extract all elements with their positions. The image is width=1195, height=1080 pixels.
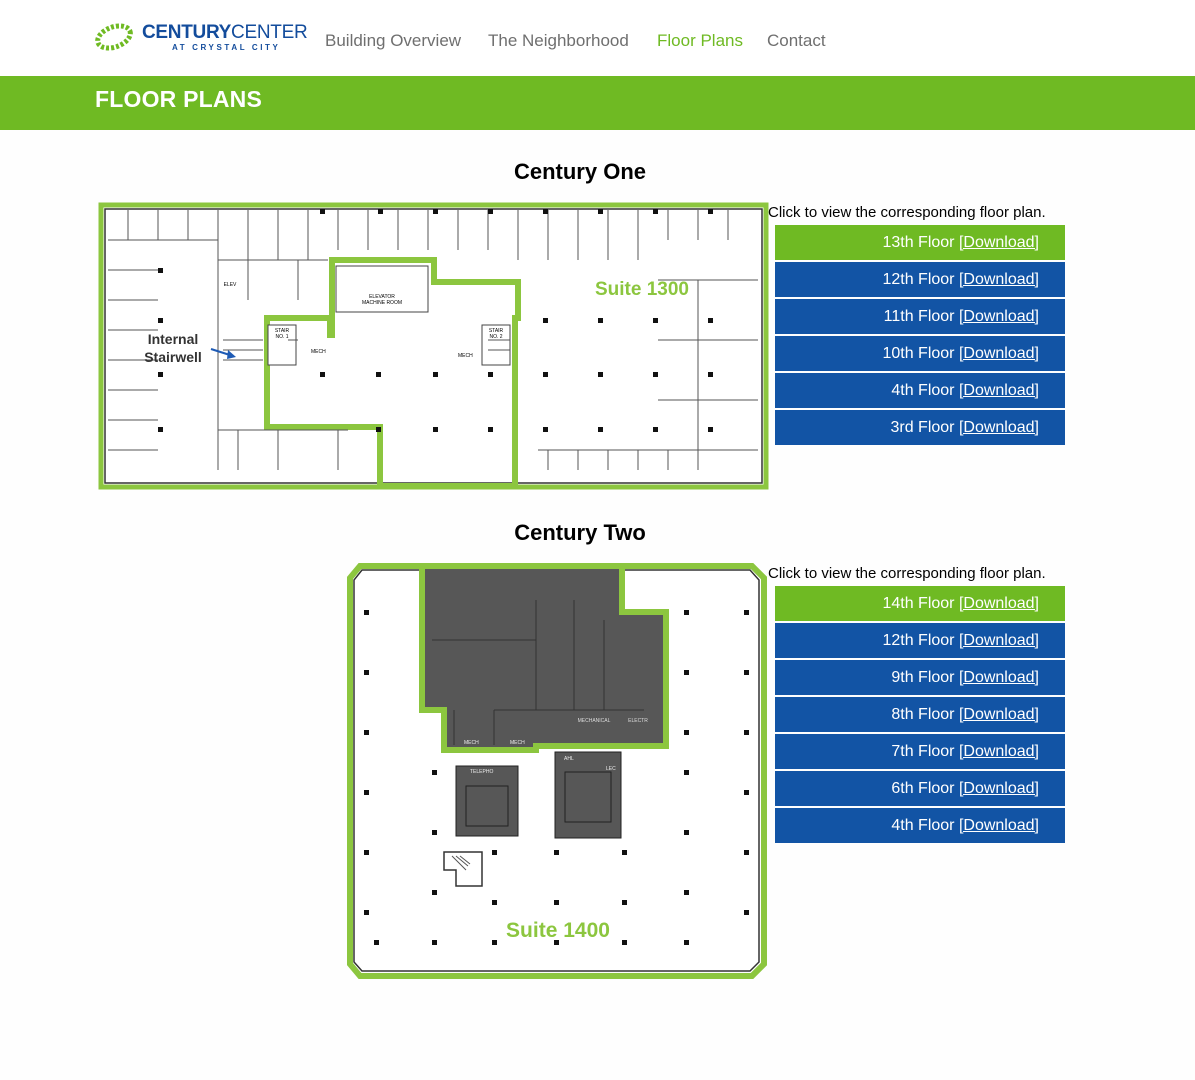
floor-button-century-two-8th[interactable]: 8th Floor [Download] xyxy=(775,697,1065,732)
floor-label: 7th Floor xyxy=(891,743,955,760)
download-link[interactable]: [Download] xyxy=(959,382,1039,399)
building-title-century-two: Century Two xyxy=(514,520,646,545)
floor-label: 4th Floor xyxy=(891,817,955,834)
page-title: FLOOR PLANS xyxy=(95,86,263,112)
floor-label: 13th Floor xyxy=(882,234,955,251)
floor-plan-century-two[interactable]: MECHANICAL ELECTR TELEPHO MECH MECH AHL … xyxy=(344,560,770,982)
floor-label: 9th Floor xyxy=(891,669,955,686)
nav-floor-plans[interactable]: Floor Plans xyxy=(657,31,743,51)
floor-button-century-two-14th[interactable]: 14th Floor [Download] xyxy=(775,586,1065,621)
room-label-mech-1: MECH xyxy=(311,349,326,355)
logo-ring-icon xyxy=(95,23,133,51)
page-banner: FLOOR PLANS xyxy=(0,76,1195,130)
logo-wordmark: CENTURYCENTER xyxy=(142,22,308,43)
room-label-machine-room: MACHINE ROOM xyxy=(362,300,402,306)
download-link[interactable]: [Download] xyxy=(959,669,1039,686)
floor-label: 8th Floor xyxy=(891,706,955,723)
floor-button-century-one-11th[interactable]: 11th Floor [Download] xyxy=(775,299,1065,334)
download-link[interactable]: [Download] xyxy=(959,345,1039,362)
room-label-stair-2-no: NO. 2 xyxy=(489,334,502,340)
floor-button-century-one-13th[interactable]: 13th Floor [Download] xyxy=(775,225,1065,260)
room-label-mech-2: MECH xyxy=(458,353,473,359)
download-link[interactable]: [Download] xyxy=(959,271,1039,288)
room-label-mech-a: MECH xyxy=(464,740,479,746)
floor-label: 11th Floor xyxy=(883,308,955,325)
room-label-elev: ELEV xyxy=(224,282,237,288)
floor-plan-century-one[interactable]: ELEVATOR MACHINE ROOM ELEV MECH MECH STA… xyxy=(98,200,770,492)
download-link[interactable]: [Download] xyxy=(959,308,1039,325)
floor-button-century-one-3rd[interactable]: 3rd Floor [Download] xyxy=(775,410,1065,445)
floor-label: 12th Floor xyxy=(882,632,955,649)
floor-button-century-two-12th[interactable]: 12th Floor [Download] xyxy=(775,623,1065,658)
room-label-mechanical: MECHANICAL xyxy=(578,718,611,724)
logo-subtitle: AT CRYSTAL CITY xyxy=(172,43,281,52)
floor-label: 12th Floor xyxy=(882,271,955,288)
room-label-electr: ELECTR xyxy=(628,718,648,724)
floor-label: 10th Floor xyxy=(882,345,955,362)
callout-stairwell: Stairwell xyxy=(144,349,202,365)
floor-button-century-one-4th[interactable]: 4th Floor [Download] xyxy=(775,373,1065,408)
nav-building-overview[interactable]: Building Overview xyxy=(325,31,461,51)
room-label-mech-b: MECH xyxy=(510,740,525,746)
site-header: CENTURYCENTER AT CRYSTAL CITY Building O… xyxy=(0,0,1195,76)
floor-label: 3rd Floor xyxy=(890,419,955,436)
room-label-telepho: TELEPHO xyxy=(470,769,493,775)
download-link[interactable]: [Download] xyxy=(959,817,1039,834)
download-link[interactable]: [Download] xyxy=(959,595,1039,612)
callout-internal: Internal xyxy=(148,331,199,347)
floor-button-century-two-9th[interactable]: 9th Floor [Download] xyxy=(775,660,1065,695)
nav-contact[interactable]: Contact xyxy=(767,31,826,51)
floor-label: 4th Floor xyxy=(891,382,955,399)
download-link[interactable]: [Download] xyxy=(959,419,1039,436)
nav-the-neighborhood[interactable]: The Neighborhood xyxy=(488,31,629,51)
floor-button-century-one-12th[interactable]: 12th Floor [Download] xyxy=(775,262,1065,297)
download-link[interactable]: [Download] xyxy=(959,632,1039,649)
suite-1400-label: Suite 1400 xyxy=(506,919,610,942)
floor-hint-century-one: Click to view the corresponding floor pl… xyxy=(768,204,1046,221)
floor-hint-century-two: Click to view the corresponding floor pl… xyxy=(768,565,1046,582)
floor-button-century-two-6th[interactable]: 6th Floor [Download] xyxy=(775,771,1065,806)
floor-button-century-one-10th[interactable]: 10th Floor [Download] xyxy=(775,336,1065,371)
floor-button-century-two-4th[interactable]: 4th Floor [Download] xyxy=(775,808,1065,843)
download-link[interactable]: [Download] xyxy=(959,780,1039,797)
floor-label: 6th Floor xyxy=(891,780,955,797)
suite-1300-label: Suite 1300 xyxy=(595,279,689,300)
building-title-century-one: Century One xyxy=(513,159,647,184)
download-link[interactable]: [Download] xyxy=(959,234,1039,251)
room-label-stair-1-no: NO. 1 xyxy=(275,334,288,340)
download-link[interactable]: [Download] xyxy=(959,706,1039,723)
floor-button-century-two-7th[interactable]: 7th Floor [Download] xyxy=(775,734,1065,769)
download-link[interactable]: [Download] xyxy=(959,743,1039,760)
room-label-ahl: AHL xyxy=(564,756,574,762)
room-label-lec: LEC xyxy=(606,766,616,772)
floor-label: 14th Floor xyxy=(882,595,955,612)
site-logo[interactable]: CENTURYCENTER AT CRYSTAL CITY xyxy=(94,18,308,58)
